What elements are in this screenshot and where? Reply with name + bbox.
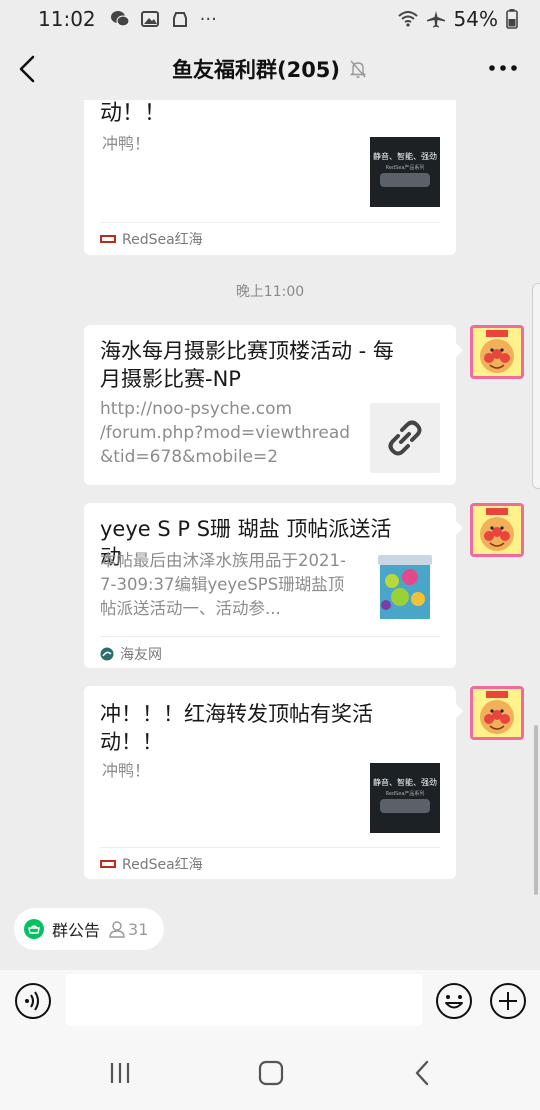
message-text-input[interactable] [66,974,422,1026]
message-input-bar [0,970,540,1034]
card-description: 本帖最后由沐泽水族用品于2021-7-309:37编辑yeyeSPS珊瑚盐顶帖派… [100,551,346,618]
url-line: /forum.php?mod=viewthread [100,423,351,443]
thumb-text: 静音、智能、强劲 [373,778,437,787]
voice-input-icon[interactable] [14,982,52,1020]
member-count: 31 [108,920,148,939]
chat-title: 鱼友福利群(205) [171,58,341,82]
gallery-notification-icon [140,11,159,27]
sender-avatar[interactable] [470,686,524,740]
member-count-value: 31 [128,919,149,939]
anpanman-avatar-icon [470,325,524,379]
system-nav-bar [0,1034,540,1110]
redsea-logo-icon [100,235,116,243]
source-name: RedSea红海 [122,857,203,873]
product-shape [380,173,430,187]
bubble-tail [456,521,463,535]
link-card-message[interactable]: 海水每月摄影比赛顶楼活动 - 每月摄影比赛-NP http://noo-psyc… [84,325,463,485]
card-source: RedSea红海 [100,229,203,249]
message-timestamp: 晚上11:00 [235,284,305,300]
recent-apps-icon[interactable] [107,1060,133,1086]
card-description: 冲鸭！ [102,761,151,780]
wifi-icon [397,11,418,27]
card-title: 冲！！！红海转发顶帖有奖活动！！ [100,702,373,754]
app-notification-icon [172,12,187,27]
thumb-subtext: RedSea产品系列 [385,791,425,797]
announcement-label: 群公告 [52,921,101,940]
bucket-image [378,555,432,619]
card-source: RedSea红海 [100,854,203,874]
link-thumbnail [370,403,440,473]
scrollbar[interactable] [534,725,538,895]
redsea-product-thumbnail: 静音、智能、强劲 RedSea产品系列 [370,137,440,207]
card-divider [100,847,440,848]
sender-avatar[interactable] [470,503,524,557]
product-shape [380,799,430,813]
card-description: 冲鸭！ [102,134,151,153]
battery-icon [506,9,518,29]
announcement-icon [24,919,44,939]
status-bar: 11:02 ··· 54% [0,0,540,38]
link-card-message[interactable]: 冲！！！红海转发顶帖有奖活动！！ 冲鸭！ 静音、智能、强劲 RedSea产品系列… [84,686,463,879]
airplane-mode-icon [426,11,445,28]
card-divider [100,636,440,637]
mute-bell-icon [349,60,367,78]
redsea-logo-icon [100,860,116,868]
card-url: http://noo-psyche.com /forum.php?mod=vie… [100,397,350,469]
link-card-message[interactable]: yeye S P S珊 瑚盐 顶帖派送活动 本帖最后由沐泽水族用品于2021-7… [84,503,463,668]
status-time: 11:02 [38,7,96,31]
anpanman-avatar-icon [470,503,524,557]
back-arrow-icon[interactable] [16,54,40,84]
home-icon[interactable] [258,1060,284,1086]
source-name: RedSea红海 [122,232,203,248]
thumb-text: 静音、智能、强劲 [373,152,437,161]
system-back-icon[interactable] [410,1060,436,1086]
redsea-product-thumbnail: 静音、智能、强劲 RedSea产品系列 [370,763,440,833]
group-announcement-button[interactable]: 群公告 31 [14,908,165,950]
sender-avatar[interactable] [470,325,524,379]
link-card-message[interactable]: 动！！ 冲鸭！ 静音、智能、强劲 RedSea产品系列 RedSea红海 [84,100,456,255]
url-line: &tid=678&mobile=2 [100,447,279,467]
chat-header: 鱼友福利群(205) [0,38,540,100]
card-divider [100,222,440,223]
more-notifications-icon: ··· [199,8,217,30]
source-name: 海友网 [120,647,162,663]
chat-message-list[interactable]: 动！！ 冲鸭！ 静音、智能、强劲 RedSea产品系列 RedSea红海 晚上1… [0,100,540,896]
salt-bucket-thumbnail [370,551,440,621]
url-line: http://noo-psyche.com [100,399,293,419]
card-title: 海水每月摄影比赛顶楼活动 - 每月摄影比赛-NP [100,339,394,391]
bubble-tail [456,343,463,357]
bubble-tail [456,704,463,718]
anpanman-avatar-icon [470,686,524,740]
link-icon [388,420,422,456]
more-options-icon[interactable] [488,60,518,76]
card-title: 动！！ [100,101,167,126]
wechat-notification-icon [110,11,130,27]
battery-percent: 54% [453,7,498,31]
emoji-icon[interactable] [435,982,473,1020]
thumb-subtext: RedSea产品系列 [385,165,425,171]
scroll-handle[interactable] [532,283,540,489]
haiyou-logo-icon [100,647,114,661]
person-icon [109,921,125,938]
add-more-icon[interactable] [489,982,527,1020]
card-source: 海友网 [100,644,162,664]
